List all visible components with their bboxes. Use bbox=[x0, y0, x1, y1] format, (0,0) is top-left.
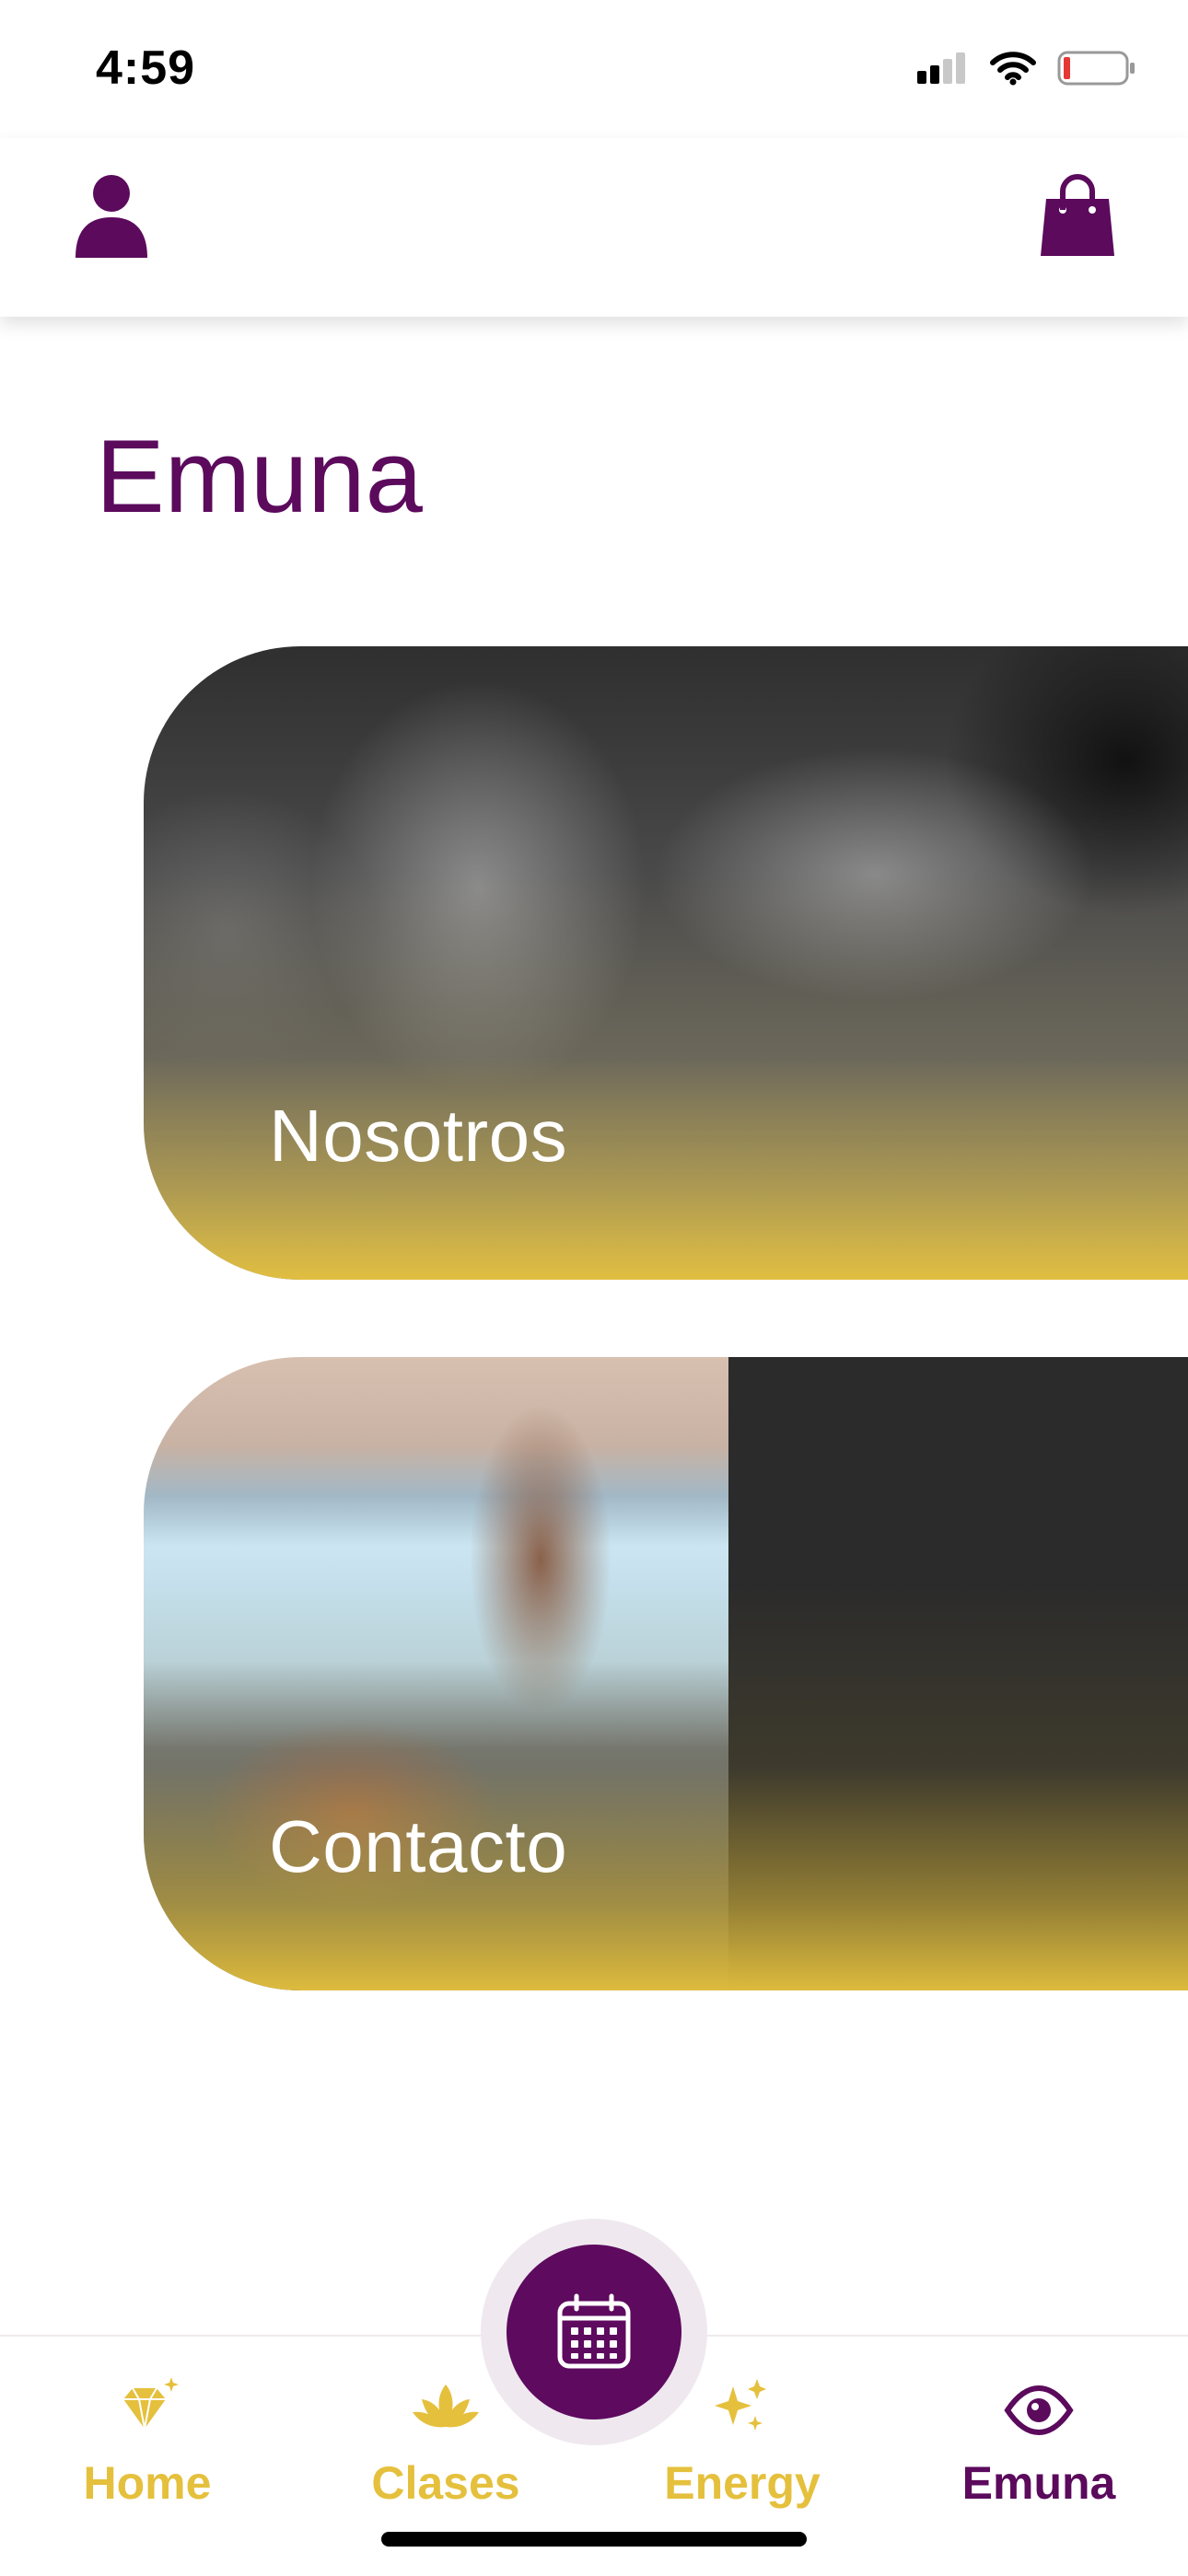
tab-home[interactable]: Home bbox=[37, 2373, 258, 2510]
status-bar: 4:59 bbox=[0, 0, 1188, 138]
user-icon bbox=[76, 175, 147, 258]
page-title: Emuna bbox=[96, 419, 423, 534]
tab-label: Clases bbox=[371, 2457, 520, 2509]
profile-button[interactable] bbox=[70, 171, 153, 260]
calendar-icon bbox=[557, 2293, 631, 2369]
app-header bbox=[0, 138, 1188, 317]
card-contacto[interactable]: Contacto bbox=[144, 1357, 1188, 1990]
cellular-signal-icon bbox=[917, 52, 965, 84]
shopping-bag-icon bbox=[1041, 174, 1114, 256]
shopping-bag-button[interactable] bbox=[1039, 173, 1116, 258]
card-gradient-overlay bbox=[144, 1584, 1188, 1990]
wifi-icon bbox=[990, 52, 1036, 86]
tab-label: Emuna bbox=[961, 2457, 1116, 2509]
diamond-icon bbox=[123, 2377, 179, 2430]
battery-icon bbox=[1057, 51, 1135, 86]
card-gradient-overlay bbox=[144, 874, 1188, 1280]
tab-emuna[interactable]: Emuna bbox=[928, 2373, 1149, 2510]
card-label: Contacto bbox=[269, 1805, 568, 1887]
card-nosotros[interactable]: Nosotros bbox=[144, 646, 1188, 1280]
lotus-icon bbox=[413, 2385, 479, 2428]
tab-label: Home bbox=[83, 2457, 212, 2509]
eye-icon bbox=[1004, 2385, 1074, 2436]
tab-label: Energy bbox=[664, 2457, 821, 2509]
home-indicator bbox=[381, 2532, 807, 2547]
status-icons bbox=[915, 50, 1136, 87]
status-time: 4:59 bbox=[96, 41, 196, 95]
calendar-button[interactable] bbox=[507, 2245, 681, 2419]
card-label: Nosotros bbox=[269, 1095, 568, 1177]
sparkles-icon bbox=[715, 2379, 766, 2431]
